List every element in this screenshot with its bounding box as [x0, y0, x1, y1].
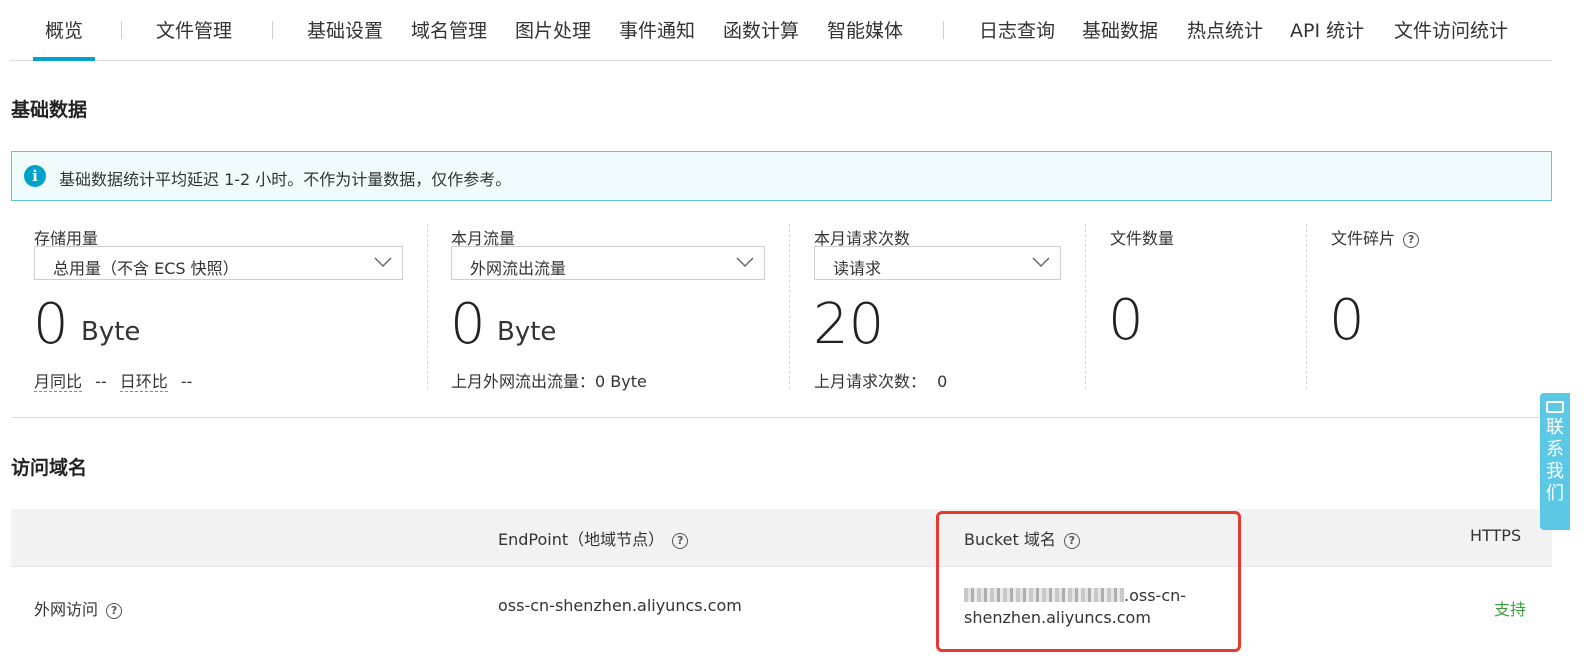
help-icon[interactable]: ?: [1403, 232, 1420, 248]
traffic-unit: Byte: [497, 317, 557, 347]
stat-divider: [427, 224, 428, 389]
last-month-requests: 上月请求次数： 0: [814, 368, 947, 392]
storage-unit: Byte: [81, 317, 141, 347]
dod-value: --: [180, 372, 193, 391]
file-fragments-value: 0: [1329, 288, 1365, 353]
traffic-type-select[interactable]: 外网流出流量: [451, 246, 765, 280]
chevron-down-icon: [374, 257, 392, 268]
file-count-label: 文件数量: [1110, 229, 1175, 248]
tab-api-statistics[interactable]: API 统计: [1290, 16, 1364, 43]
https-support-cell: 支持: [1494, 600, 1527, 619]
stat-divider: [1306, 224, 1307, 389]
tab-basic-settings[interactable]: 基础设置: [307, 16, 383, 43]
help-icon[interactable]: ?: [672, 533, 689, 549]
tab-file-management[interactable]: 文件管理: [156, 16, 232, 43]
storage-value: 0: [33, 292, 69, 357]
last-month-traffic: 上月外网流出流量：0 Byte: [451, 372, 647, 391]
endpoint-cell[interactable]: oss-cn-shenzhen.aliyuncs.com: [498, 596, 742, 615]
contact-char: 联: [1546, 417, 1564, 438]
domain-table-header: EndPoint（地域节点）? Bucket 域名? HTTPS: [11, 509, 1552, 566]
contact-char: 系: [1546, 439, 1564, 460]
access-type-cell: 外网访问?: [34, 596, 123, 620]
request-type-select[interactable]: 读请求: [814, 246, 1061, 280]
tab-overview[interactable]: 概览: [32, 16, 96, 61]
mom-value: --: [95, 372, 107, 391]
requests-value: 20: [813, 292, 885, 357]
tab-function-compute[interactable]: 函数计算: [723, 16, 799, 43]
table-row: 外网访问? oss-cn-shenzhen.aliyuncs.com .oss-…: [11, 566, 1552, 662]
highlight-box: [936, 511, 1241, 652]
last-month-requests-value: 0: [937, 372, 948, 391]
info-icon: i: [24, 165, 46, 187]
https-header: HTTPS: [1470, 526, 1522, 545]
traffic-value: 0: [450, 292, 486, 357]
access-domain-title: 访问域名: [11, 457, 88, 479]
stat-divider: [1085, 224, 1086, 389]
storage-type-select[interactable]: 总用量（不含 ECS 快照）: [34, 246, 403, 280]
file-count-value: 0: [1108, 288, 1144, 353]
file-fragments-text: 文件碎片: [1331, 229, 1396, 248]
contact-char: 我: [1546, 461, 1564, 482]
last-month-requests-label: 上月请求次数：: [814, 372, 927, 391]
section-divider: [11, 417, 1552, 418]
tab-event-notification[interactable]: 事件通知: [619, 16, 695, 43]
tab-file-access-statistics[interactable]: 文件访问统计: [1394, 16, 1508, 43]
notice-text: 基础数据统计平均延迟 1-2 小时。不作为计量数据，仅作参考。: [59, 170, 512, 189]
endpoint-header-text: EndPoint（地域节点）: [498, 530, 665, 549]
stat-divider: [789, 224, 790, 389]
tab-domain-management[interactable]: 域名管理: [411, 16, 487, 43]
basic-data-title: 基础数据: [11, 99, 88, 121]
tab-separator: [272, 21, 273, 39]
tab-log-query[interactable]: 日志查询: [979, 16, 1055, 43]
mom-label: 月同比: [34, 372, 83, 392]
endpoint-header: EndPoint（地域节点）?: [498, 526, 689, 550]
tab-basic-data[interactable]: 基础数据: [1082, 16, 1158, 43]
traffic-type-value: 外网流出流量: [470, 259, 567, 278]
info-notice: i 基础数据统计平均延迟 1-2 小时。不作为计量数据，仅作参考。: [11, 151, 1552, 201]
contact-char: 们: [1546, 483, 1564, 504]
access-type-text: 外网访问: [34, 600, 99, 619]
chevron-down-icon: [1032, 257, 1050, 268]
help-icon[interactable]: ?: [106, 603, 123, 619]
storage-comparison: 月同比 -- 日环比 --: [34, 368, 192, 392]
chevron-down-icon: [736, 257, 754, 268]
request-type-value: 读请求: [833, 259, 882, 278]
top-tab-bar: 概览 文件管理 基础设置 域名管理 图片处理 事件通知 函数计算 智能媒体 日志…: [10, 0, 1552, 61]
contact-us-button[interactable]: 联 系 我 们: [1540, 393, 1570, 530]
file-fragments-label: 文件碎片?: [1331, 225, 1420, 249]
dod-label: 日环比: [119, 372, 168, 392]
storage-type-value: 总用量（不含 ECS 快照）: [53, 259, 239, 278]
tab-hot-statistics[interactable]: 热点统计: [1187, 16, 1263, 43]
tab-intelligent-media[interactable]: 智能媒体: [827, 16, 903, 43]
mail-icon: [1546, 401, 1564, 413]
tab-image-processing[interactable]: 图片处理: [515, 16, 591, 43]
tab-separator: [121, 21, 122, 39]
tab-separator: [943, 21, 944, 39]
